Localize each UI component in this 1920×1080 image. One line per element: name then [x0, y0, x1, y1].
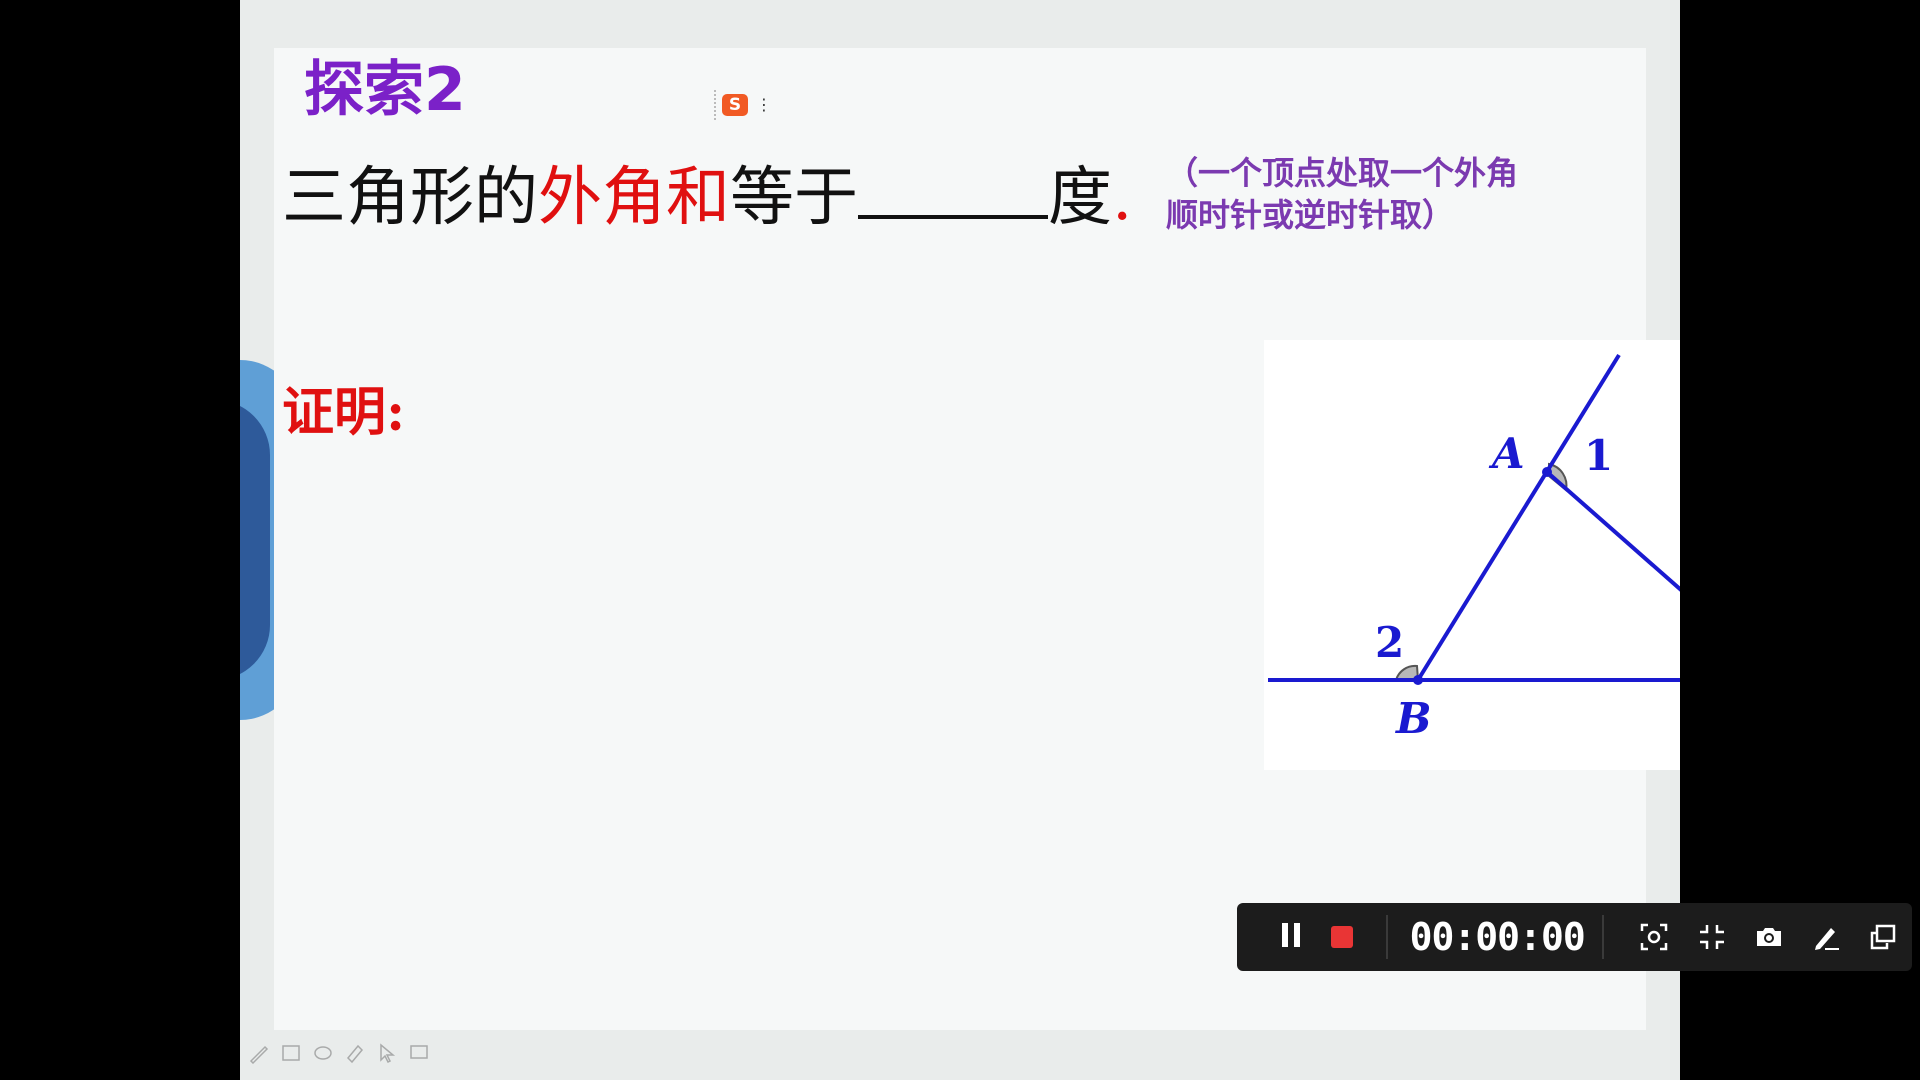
- slide-title: 探索2: [304, 55, 466, 125]
- highlighter-icon[interactable]: [344, 1042, 366, 1064]
- pencil-icon[interactable]: [248, 1042, 270, 1065]
- angle-1-label: 1: [1584, 431, 1613, 480]
- statement-highlight: 外角和: [538, 161, 730, 235]
- pause-button[interactable]: [1261, 903, 1320, 971]
- pen-icon: [1815, 928, 1840, 950]
- line-ab-extended: [1416, 353, 1621, 682]
- answer-blank: [858, 161, 1048, 219]
- more-options-icon[interactable]: ⋮: [756, 97, 772, 113]
- window-icon: [1871, 924, 1896, 950]
- pause-icon: [1279, 923, 1303, 951]
- pointer-icon[interactable]: [376, 1042, 398, 1064]
- theorem-statement: 三角形的外角和等于 度.: [282, 160, 1132, 237]
- divider: [1385, 915, 1388, 959]
- statement-unit: 度: [1048, 161, 1112, 235]
- stop-button[interactable]: [1320, 903, 1363, 971]
- recording-timer: 00:00:00: [1409, 915, 1586, 959]
- hint-note: （一个顶点处取一个外角 顺时针或逆时针取）: [1166, 152, 1606, 236]
- image-icon[interactable]: [280, 1042, 302, 1064]
- sogou-ime-icon[interactable]: S: [722, 94, 748, 116]
- statement-period: .: [1112, 161, 1133, 235]
- line-ac-extended: [1545, 470, 1680, 592]
- vertex-a-label: A: [1488, 429, 1525, 478]
- triangle-figure: A B C 1 2 3: [1264, 340, 1680, 770]
- divider: [1601, 915, 1604, 959]
- region-capture-icon: [1641, 923, 1668, 951]
- stop-icon: [1330, 926, 1353, 948]
- screen-recorder-bar: 00:00:00: [1237, 903, 1912, 971]
- triangle-diagram: A B C 1 2 3: [1268, 353, 1680, 743]
- hint-line-2: 顺时针或逆时针取）: [1166, 196, 1455, 234]
- vertex-b-point: [1413, 675, 1423, 685]
- vertex-b-label: B: [1395, 694, 1432, 743]
- exit-fullscreen-button[interactable]: [1683, 903, 1740, 971]
- screen-icon[interactable]: [408, 1042, 430, 1064]
- screenshot-button[interactable]: [1740, 903, 1797, 971]
- decorative-shape-left-inner: [240, 400, 270, 680]
- proof-label: 证明:: [282, 382, 406, 443]
- vertex-a-point: [1542, 467, 1552, 477]
- region-capture-button[interactable]: [1626, 903, 1683, 971]
- annotation-toolbar: [248, 1042, 430, 1065]
- hint-line-1: （一个顶点处取一个外角: [1166, 154, 1519, 192]
- statement-part1: 三角形的: [282, 161, 538, 235]
- statement-part2: 等于: [730, 161, 858, 235]
- ime-toolbar[interactable]: S ⋮: [714, 90, 792, 120]
- exit-fullscreen-icon: [1699, 925, 1724, 949]
- camera-icon: [1756, 928, 1781, 946]
- eraser-icon[interactable]: [312, 1042, 334, 1064]
- pen-annotation-button[interactable]: [1797, 903, 1854, 971]
- window-mode-button[interactable]: [1855, 903, 1912, 971]
- angle-2-label: 2: [1375, 618, 1404, 667]
